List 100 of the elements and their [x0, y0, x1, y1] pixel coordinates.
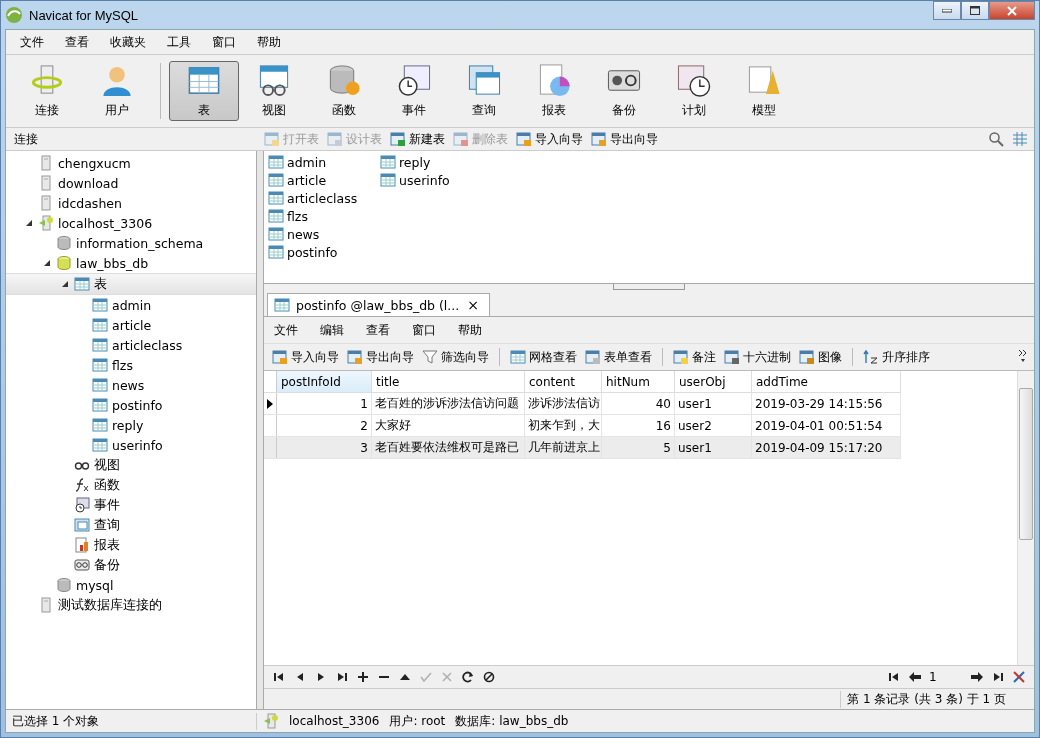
- tree-item[interactable]: idcdashen: [6, 193, 256, 213]
- maximize-button[interactable]: [961, 1, 989, 20]
- editor-tab[interactable]: postinfo @law_bbs_db (l... ×: [267, 293, 490, 316]
- status-connection: localhost_3306: [289, 714, 380, 728]
- expand-arrow-icon[interactable]: [60, 279, 70, 289]
- tree-item[interactable]: law_bbs_db: [6, 253, 256, 273]
- tree-item[interactable]: download: [6, 173, 256, 193]
- menu-item[interactable]: 帮助: [452, 321, 498, 339]
- table-item[interactable]: reply: [380, 153, 492, 171]
- toolbar-button[interactable]: 计划: [659, 61, 729, 121]
- menu-item[interactable]: 文件: [12, 33, 57, 51]
- toolbar-button[interactable]: 事件: [379, 61, 449, 121]
- memo-icon: [673, 349, 689, 365]
- toolbar-button[interactable]: 新建表: [386, 130, 449, 148]
- close-tab-button[interactable]: ×: [465, 297, 481, 313]
- tree-item[interactable]: postinfo: [6, 395, 256, 415]
- menu-item[interactable]: 查看: [57, 33, 102, 51]
- new-icon: [390, 131, 406, 147]
- menu-item[interactable]: 查看: [360, 321, 406, 339]
- tree-item[interactable]: localhost_3306: [6, 213, 256, 233]
- toolbar-button[interactable]: 视图: [239, 61, 309, 121]
- column-header[interactable]: content: [524, 371, 602, 393]
- table-row[interactable]: 1 老百姓的涉诉涉法信访问题 涉诉涉法信访 40 user1 2019-03-29 14:15:56: [264, 392, 901, 415]
- menu-item[interactable]: 文件: [268, 321, 314, 339]
- toolbar-button[interactable]: 网格查看: [506, 348, 581, 366]
- table-item[interactable]: flzs: [268, 207, 380, 225]
- toolbar-button[interactable]: 函数: [309, 61, 379, 121]
- menu-item[interactable]: 工具: [159, 33, 204, 51]
- tree-item[interactable]: news: [6, 375, 256, 395]
- image-icon: [799, 349, 815, 365]
- tree-item[interactable]: mysql: [6, 575, 256, 595]
- tree-item[interactable]: information_schema: [6, 233, 256, 253]
- close-icon: [1007, 5, 1017, 16]
- column-header[interactable]: addTime: [751, 371, 901, 393]
- splitter-handle[interactable]: [613, 284, 685, 290]
- toolbar-button[interactable]: 备注: [669, 348, 720, 366]
- scrollbar[interactable]: [1017, 371, 1034, 665]
- toolbar-button[interactable]: 导入向导: [512, 130, 587, 148]
- table-item[interactable]: articleclass: [268, 189, 380, 207]
- menu-item[interactable]: 窗口: [204, 33, 249, 51]
- tree-item[interactable]: chengxucm: [6, 153, 256, 173]
- toolbar-button[interactable]: 连接: [12, 61, 82, 121]
- tree-item[interactable]: 视图: [6, 455, 256, 475]
- hex-icon: [724, 349, 740, 365]
- tree-item[interactable]: 测试数据库连接的: [6, 595, 256, 615]
- search-icon[interactable]: [988, 131, 1004, 147]
- toolbar-button[interactable]: 备份: [589, 61, 659, 121]
- table-item[interactable]: userinfo: [380, 171, 492, 189]
- tree-item[interactable]: reply: [6, 415, 256, 435]
- toolbar-button[interactable]: 导出向导: [587, 130, 662, 148]
- expand-arrow-icon[interactable]: [42, 258, 52, 268]
- table-cell: 2019-04-09 15:17:20: [751, 436, 901, 459]
- menu-item[interactable]: 窗口: [406, 321, 452, 339]
- tree-item[interactable]: 事件: [6, 495, 256, 515]
- toolbar-button[interactable]: 表: [169, 61, 239, 121]
- toolbar-button[interactable]: 导入向导: [268, 348, 343, 366]
- tree-item[interactable]: 函数: [6, 475, 256, 495]
- toolbar-button[interactable]: 报表: [519, 61, 589, 121]
- table-cell: 2019-03-29 14:15:56: [751, 392, 901, 415]
- table-row[interactable]: 3 老百姓要依法维权可是路已 几年前进京上 5 user1 2019-04-09 15:17:20: [264, 436, 901, 459]
- tree-item[interactable]: 查询: [6, 515, 256, 535]
- toolbar-button[interactable]: 筛选向导: [418, 348, 493, 366]
- design-icon: [327, 131, 343, 147]
- table-item[interactable]: postinfo: [268, 243, 380, 261]
- toolbar-button[interactable]: 查询: [449, 61, 519, 121]
- column-header[interactable]: hitNum: [601, 371, 675, 393]
- table-item[interactable]: news: [268, 225, 380, 243]
- tree-item[interactable]: flzs: [6, 355, 256, 375]
- table-folder-icon: [74, 276, 90, 292]
- menu-item[interactable]: 帮助: [249, 33, 294, 51]
- toolbar-button[interactable]: 模型: [729, 61, 799, 121]
- table-item[interactable]: admin: [268, 153, 380, 171]
- toolbar-button[interactable]: 图像: [795, 348, 846, 366]
- tree-item[interactable]: 报表: [6, 535, 256, 555]
- toolbar-button[interactable]: 导出向导: [343, 348, 418, 366]
- table-icon: [92, 417, 108, 433]
- column-header[interactable]: postInfoId: [276, 371, 372, 393]
- tree-item[interactable]: userinfo: [6, 435, 256, 455]
- menu-item[interactable]: 编辑: [314, 321, 360, 339]
- toolbar-button[interactable]: 十六进制: [720, 348, 795, 366]
- export-icon: [347, 349, 363, 365]
- table-cell: 老百姓的涉诉涉法信访问题: [371, 392, 525, 415]
- tree-item[interactable]: articleclass: [6, 335, 256, 355]
- tree-item[interactable]: article: [6, 315, 256, 335]
- toolbar-button[interactable]: 用户: [82, 61, 152, 121]
- table-item[interactable]: article: [268, 171, 380, 189]
- menu-item[interactable]: 收藏夹: [102, 33, 159, 51]
- expand-arrow-icon[interactable]: [24, 218, 34, 228]
- page-field[interactable]: 1: [927, 669, 965, 685]
- column-header[interactable]: userObj: [674, 371, 752, 393]
- table-cell: 16: [601, 414, 675, 437]
- close-button[interactable]: [989, 1, 1035, 20]
- tree-item[interactable]: 备份: [6, 555, 256, 575]
- tree-item[interactable]: admin: [6, 295, 256, 315]
- tree-item[interactable]: 表: [6, 273, 256, 295]
- table-row[interactable]: 2 大家好 初来乍到，大 16 user2 2019-04-01 00:51:54: [264, 414, 901, 437]
- toolbar-button[interactable]: 表单查看: [581, 348, 656, 366]
- first-icon: [272, 670, 286, 684]
- toolbar-button[interactable]: 升序排序: [859, 348, 934, 366]
- column-header[interactable]: title: [371, 371, 525, 393]
